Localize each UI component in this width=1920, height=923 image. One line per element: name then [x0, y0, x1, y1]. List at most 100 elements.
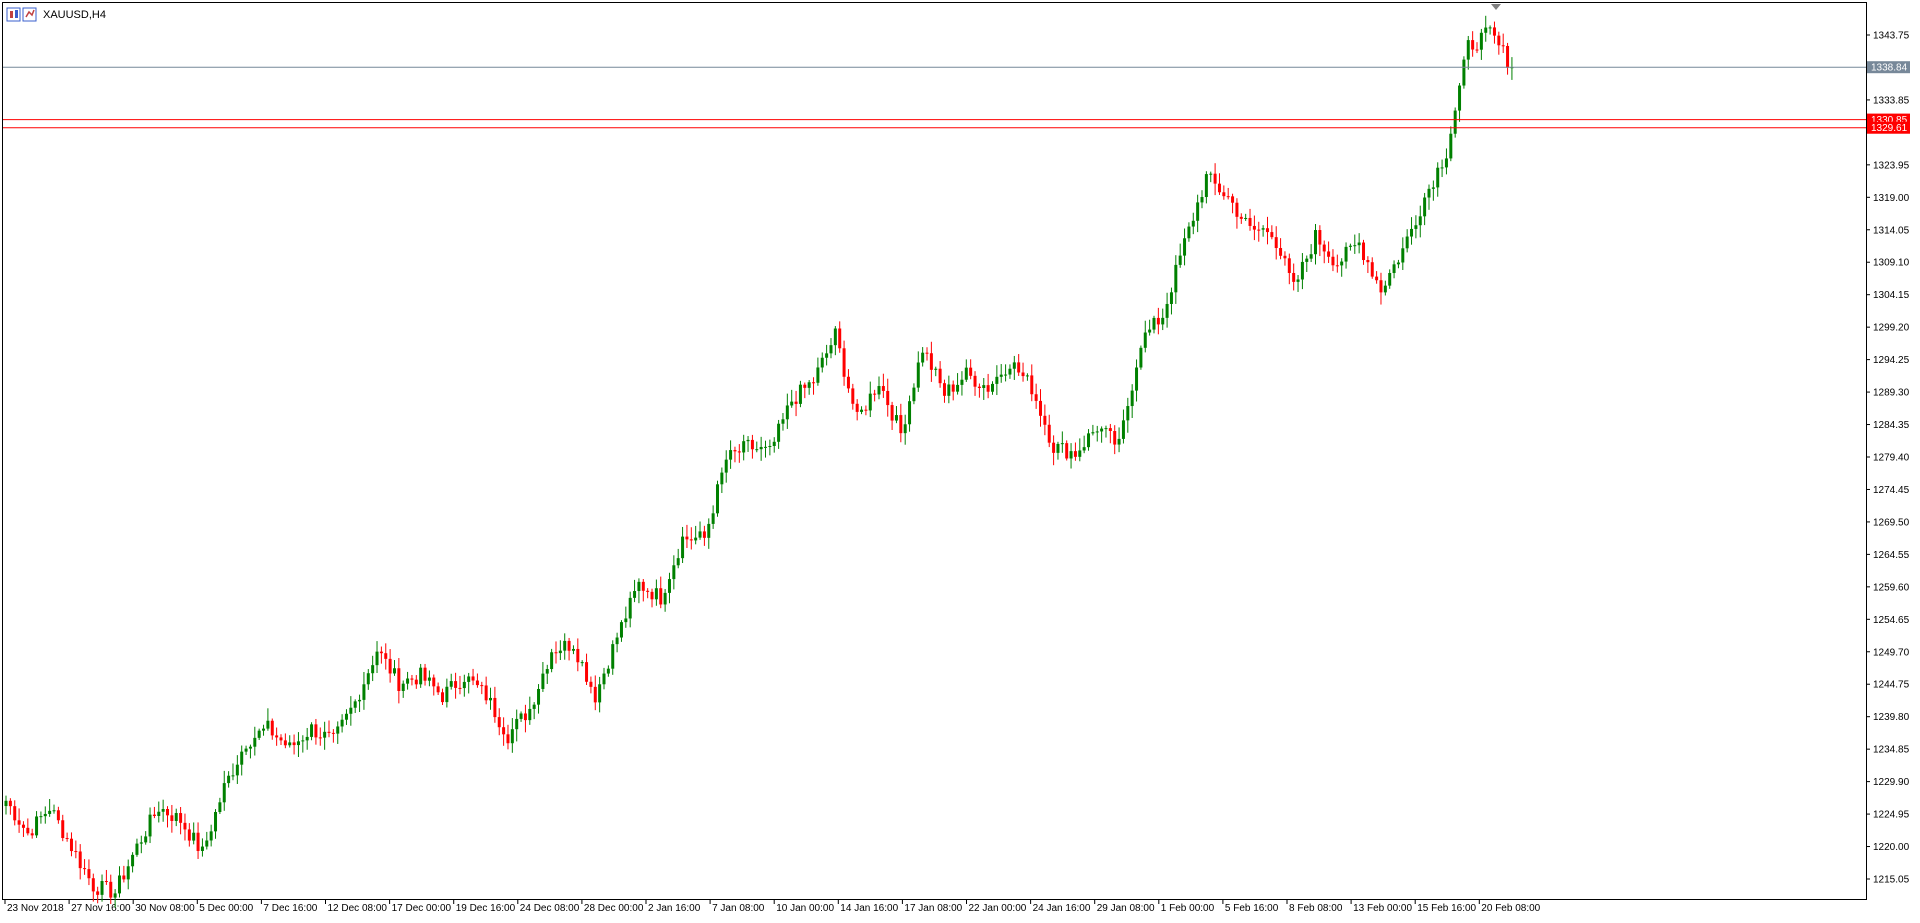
candle-body: [615, 637, 619, 645]
time-tick-label: 30 Nov 08:00: [135, 903, 195, 914]
candle-body: [1056, 443, 1060, 453]
candle-body: [1261, 228, 1265, 230]
candle-body: [179, 813, 183, 823]
candle-body: [1274, 237, 1278, 249]
candle-body: [733, 450, 737, 452]
candle-body: [366, 673, 370, 685]
candles-series: [4, 15, 1514, 908]
candle-body: [1126, 406, 1130, 421]
candle-body: [244, 748, 248, 752]
time-tick-label: 28 Dec 00:00: [584, 903, 644, 914]
candle-body: [144, 836, 148, 843]
candle-body: [750, 439, 754, 450]
candle-body: [1436, 167, 1440, 188]
time-tick-label: 17 Dec 00:00: [392, 903, 452, 914]
candle-body: [1405, 236, 1409, 249]
candle-body: [1152, 317, 1156, 330]
candle-body: [384, 653, 388, 659]
price-tick-label: 1215.05: [1873, 875, 1910, 886]
candle-body: [209, 831, 213, 841]
candle-body: [56, 810, 60, 821]
candle-body: [174, 813, 178, 821]
candle-body: [541, 673, 545, 689]
candle-body: [200, 846, 204, 851]
candle-body: [921, 352, 925, 363]
candle-body: [995, 376, 999, 384]
chart-shift-marker-icon[interactable]: [1491, 4, 1501, 10]
candle-body: [1183, 238, 1187, 256]
candle-body: [694, 537, 698, 541]
candle-body: [860, 409, 864, 412]
candle-body: [83, 868, 87, 870]
candle-body: [43, 813, 47, 817]
candle-body: [327, 731, 331, 733]
candle-body: [785, 405, 789, 420]
candle-body: [1148, 329, 1152, 333]
candle-body: [445, 686, 449, 703]
candle-body: [296, 741, 300, 746]
candle-body: [1388, 273, 1392, 286]
candle-body: [563, 640, 567, 651]
candle-body: [1357, 242, 1361, 246]
candle-body: [890, 405, 894, 421]
time-tick-label: 19 Dec 16:00: [456, 903, 516, 914]
candle-body: [275, 735, 279, 738]
candle-body: [1318, 230, 1322, 245]
candle-body: [441, 692, 444, 703]
candle-body: [458, 687, 462, 689]
candle-body: [628, 597, 632, 619]
candle-body: [585, 662, 589, 682]
candle-body: [74, 851, 78, 853]
horizontal-lines[interactable]: [3, 66, 1866, 129]
candle-body: [571, 648, 575, 651]
price-tick-label: 1289.30: [1873, 388, 1910, 399]
candle-body: [371, 665, 375, 674]
candle-body: [532, 704, 536, 709]
candle-body: [449, 681, 453, 687]
candle-body: [318, 737, 322, 739]
candle-body: [4, 800, 8, 807]
candle-body: [266, 720, 270, 729]
candle-body: [222, 783, 226, 803]
time-tick-label: 20 Feb 08:00: [1481, 903, 1540, 914]
candle-body: [681, 536, 685, 559]
candle-body: [310, 724, 314, 737]
candle-body: [925, 352, 929, 354]
candle-body: [790, 401, 794, 406]
candle-body: [1121, 420, 1125, 439]
candle-body: [947, 384, 951, 396]
candle-body: [187, 829, 191, 841]
candle-body: [1169, 292, 1173, 304]
candle-body: [35, 816, 39, 836]
candle-body: [1187, 226, 1191, 239]
candle-body: [423, 667, 427, 681]
candle-body: [1458, 85, 1462, 111]
candle-body: [1366, 260, 1370, 263]
time-tick-label: 29 Jan 08:00: [1097, 903, 1155, 914]
candle-body: [737, 451, 741, 453]
candle-body: [659, 588, 663, 605]
candle-body: [340, 719, 344, 727]
candle-body: [1178, 255, 1182, 265]
candle-body: [262, 728, 266, 731]
candle-body: [227, 775, 231, 784]
candle-body: [868, 393, 872, 411]
candle-body: [1340, 261, 1344, 266]
candle-body: [829, 345, 833, 354]
candle-body: [1004, 374, 1008, 376]
candle-body: [117, 875, 121, 894]
candle-body: [982, 385, 986, 388]
time-tick-label: 1 Feb 00:00: [1161, 903, 1215, 914]
candle-body: [240, 751, 244, 765]
candle-body: [1200, 197, 1204, 203]
candle-body: [606, 668, 610, 674]
candle-body: [375, 651, 379, 666]
candle-body: [842, 348, 846, 377]
candle-body: [598, 684, 602, 703]
time-tick-label: 17 Jan 08:00: [904, 903, 962, 914]
time-tick-label: 10 Jan 00:00: [776, 903, 834, 914]
candle-body: [1309, 254, 1313, 259]
price-chart[interactable]: XAUUSD,H4 1343.751333.851323.951319.0013…: [0, 0, 1920, 923]
time-tick-label: 22 Jan 00:00: [969, 903, 1027, 914]
candle-body: [969, 367, 973, 376]
